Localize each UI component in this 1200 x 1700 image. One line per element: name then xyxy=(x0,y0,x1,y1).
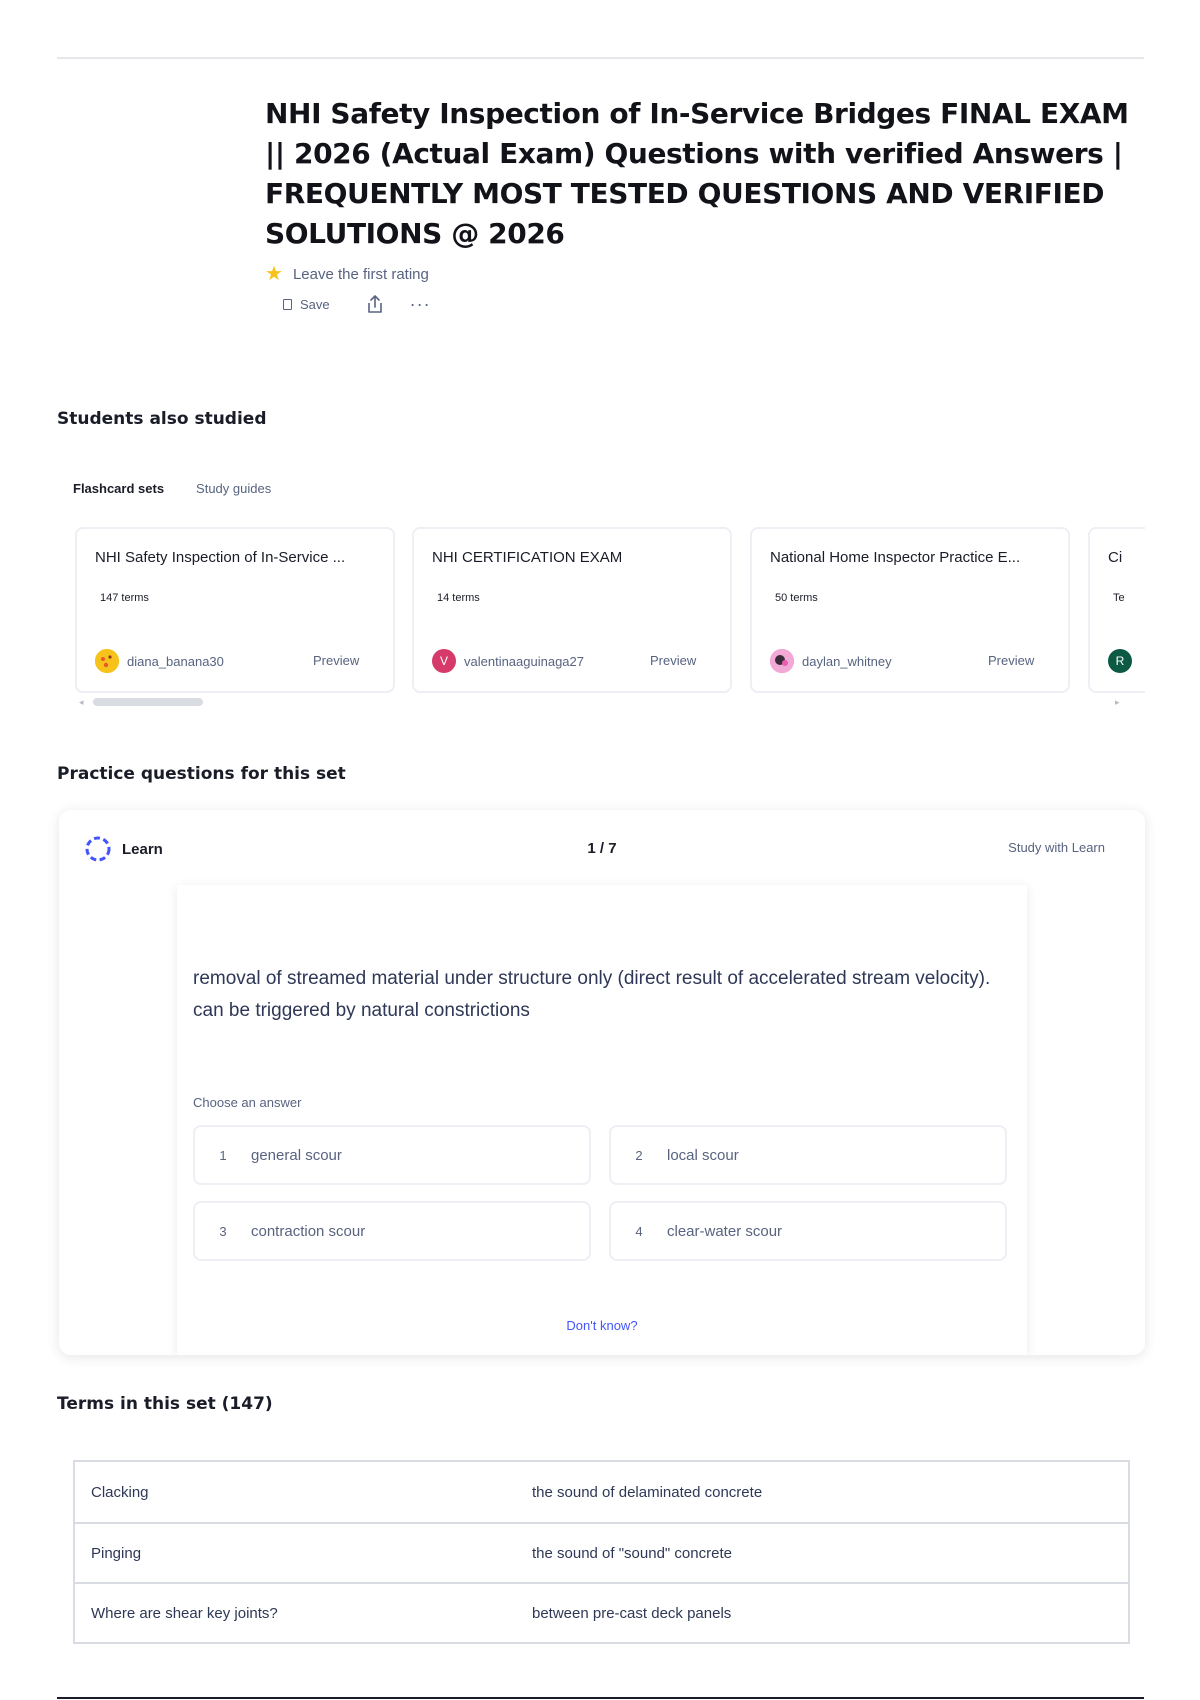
card-title: Ci xyxy=(1108,549,1123,566)
avatar xyxy=(95,649,119,673)
save-label: Save xyxy=(300,296,330,312)
term-definition: the sound of "sound" concrete xyxy=(532,1544,732,1562)
option-number: 4 xyxy=(635,1223,643,1239)
terms-in-set-title: Terms in this set (147) xyxy=(57,1394,273,1414)
practice-questions-title: Practice questions for this set xyxy=(57,764,346,784)
set-header: NHI Safety Inspection of In-Service Brid… xyxy=(265,94,1145,314)
table-row: Clacking the sound of delaminated concre… xyxy=(75,1462,1128,1522)
scroll-right-arrow-icon[interactable]: ▸ xyxy=(1115,697,1120,708)
scroll-left-arrow-icon[interactable]: ◂ xyxy=(79,697,84,708)
option-number: 3 xyxy=(219,1223,227,1239)
card-author[interactable]: diana_banana30 xyxy=(95,649,224,673)
choose-answer-label: Choose an answer xyxy=(193,1095,302,1110)
title-line: SOLUTIONS @ 2026 xyxy=(265,217,565,250)
answer-option-3[interactable]: 3 contraction scour xyxy=(193,1201,591,1261)
term-definition: between pre-cast deck panels xyxy=(532,1604,732,1622)
students-also-studied-title: Students also studied xyxy=(57,409,267,429)
card-author[interactable]: V valentinaaguinaga27 xyxy=(432,649,584,673)
preview-button[interactable]: Preview xyxy=(313,653,359,668)
related-sets-carousel: NHI Safety Inspection of In-Service ... … xyxy=(75,527,1145,697)
card-title: NHI Safety Inspection of In-Service ... xyxy=(95,549,346,566)
author-name: valentinaaguinaga27 xyxy=(464,653,584,669)
question-text: removal of streamed material under struc… xyxy=(193,968,991,1021)
author-name: diana_banana30 xyxy=(127,653,224,669)
rating-label: Leave the first rating xyxy=(292,265,429,283)
preview-button[interactable]: Preview xyxy=(650,653,696,668)
term-word: Where are shear key joints? xyxy=(91,1604,278,1622)
option-number: 2 xyxy=(635,1147,643,1163)
card-title: NHI CERTIFICATION EXAM xyxy=(432,549,623,566)
study-tabs: Flashcard sets Study guides xyxy=(73,481,271,496)
term-word: Pinging xyxy=(91,1544,142,1562)
table-row: Pinging the sound of "sound" concrete xyxy=(75,1522,1128,1582)
page-title: NHI Safety Inspection of In-Service Brid… xyxy=(265,94,1145,254)
related-set-card[interactable]: National Home Inspector Practice E... 50… xyxy=(750,527,1070,693)
term-word: Clacking xyxy=(91,1483,149,1501)
option-text: clear-water scour xyxy=(667,1222,783,1240)
card-term-count: 147 terms xyxy=(100,592,149,604)
question-progress: 1 / 7 xyxy=(587,840,617,857)
term-definition: the sound of delaminated concrete xyxy=(532,1483,763,1501)
card-term-count: Te xyxy=(1113,592,1125,604)
card-term-count: 14 terms xyxy=(437,592,480,604)
avatar: R xyxy=(1108,649,1132,673)
question-card: removal of streamed material under struc… xyxy=(177,885,1027,1355)
preview-button[interactable]: Preview xyxy=(988,653,1034,668)
learn-panel: Learn 1 / 7 Study with Learn removal of … xyxy=(59,810,1145,1355)
tab-flashcard-sets[interactable]: Flashcard sets xyxy=(73,481,164,496)
star-icon: ★ xyxy=(265,263,283,285)
card-title: National Home Inspector Practice E... xyxy=(770,549,1021,566)
rating-row[interactable]: ★ Leave the first rating xyxy=(265,264,1145,284)
title-line: NHI Safety Inspection of In-Service Brid… xyxy=(265,97,1129,130)
option-text: local scour xyxy=(667,1146,739,1164)
tab-study-guides[interactable]: Study guides xyxy=(196,481,271,496)
bottom-divider xyxy=(57,1697,1144,1699)
answer-option-4[interactable]: 4 clear-water scour xyxy=(609,1201,1007,1261)
related-set-card[interactable]: NHI CERTIFICATION EXAM 14 terms V valent… xyxy=(412,527,732,693)
option-text: general scour xyxy=(251,1146,342,1164)
share-icon[interactable] xyxy=(366,294,384,314)
answer-option-2[interactable]: 2 local scour xyxy=(609,1125,1007,1185)
answer-option-1[interactable]: 1 general scour xyxy=(193,1125,591,1185)
bookmark-icon xyxy=(283,298,292,310)
card-author[interactable]: R xyxy=(1108,649,1140,673)
title-line: || 2026 (Actual Exam) Questions with ver… xyxy=(265,137,1123,170)
study-with-learn-link[interactable]: Study with Learn xyxy=(1008,840,1105,855)
save-button[interactable]: Save xyxy=(283,297,330,312)
table-row: Where are shear key joints? between pre-… xyxy=(75,1582,1128,1642)
related-set-card[interactable]: NHI Safety Inspection of In-Service ... … xyxy=(75,527,395,693)
author-name: daylan_whitney xyxy=(802,653,892,669)
action-bar: Save ··· xyxy=(283,294,1145,314)
title-line: FREQUENTLY MOST TESTED QUESTIONS AND VER… xyxy=(265,177,1105,210)
option-text: contraction scour xyxy=(251,1222,366,1240)
option-number: 1 xyxy=(219,1147,227,1163)
carousel-scrollbar[interactable] xyxy=(93,698,203,706)
top-divider xyxy=(57,57,1144,59)
card-term-count: 50 terms xyxy=(775,592,818,604)
terms-table: Clacking the sound of delaminated concre… xyxy=(73,1460,1130,1644)
dont-know-button[interactable]: Don't know? xyxy=(177,1318,1027,1333)
avatar: V xyxy=(432,649,456,673)
related-set-card[interactable]: Ci Te R xyxy=(1088,527,1145,693)
card-author[interactable]: daylan_whitney xyxy=(770,649,892,673)
avatar xyxy=(770,649,794,673)
more-options-icon[interactable]: ··· xyxy=(410,295,431,313)
